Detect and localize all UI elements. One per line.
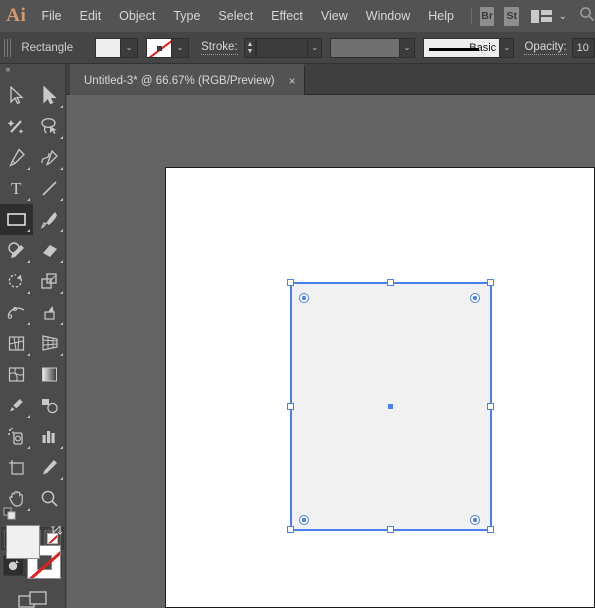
scale-tool[interactable] [33, 266, 66, 297]
menu-select[interactable]: Select [209, 0, 262, 32]
stroke-weight-stepper[interactable]: ▲ ▼ [243, 37, 257, 58]
live-corner-widget-bottom-right[interactable] [470, 515, 480, 525]
eraser-tool[interactable] [33, 235, 66, 266]
illustrator-window: Ai File Edit Object Type Select Effect V… [0, 0, 595, 608]
slice-tool[interactable] [33, 452, 66, 483]
artboard-tool[interactable] [0, 452, 33, 483]
brush-definition-chevron[interactable]: ⌄ [500, 37, 515, 58]
brush-stroke-preview [428, 47, 479, 51]
stroke-swatch-none[interactable] [146, 37, 173, 58]
collapse-panel-icon[interactable]: « [0, 64, 66, 74]
handle-middle-left[interactable] [287, 403, 294, 410]
fill-dropdown-chevron[interactable]: ⌄ [121, 37, 139, 58]
search-icon[interactable] [579, 6, 595, 27]
symbol-sprayer-tool[interactable] [0, 421, 33, 452]
magic-wand-tool[interactable] [0, 111, 33, 142]
live-corner-widget-bottom-left[interactable] [299, 515, 309, 525]
menu-object[interactable]: Object [110, 0, 164, 32]
document-tab-bar: Untitled-3* @ 66.67% (RGB/Preview) × [0, 64, 595, 95]
stroke-weight-label[interactable]: Stroke: [201, 41, 238, 55]
direct-selection-tool[interactable] [33, 80, 66, 111]
live-corner-widget-top-left[interactable] [299, 293, 309, 303]
zoom-tool[interactable] [33, 483, 66, 514]
change-screen-mode-button[interactable] [17, 590, 48, 608]
shaper-tool[interactable] [0, 235, 33, 266]
menu-help[interactable]: Help [419, 0, 463, 32]
live-corner-widget-top-right[interactable] [470, 293, 480, 303]
stroke-dropdown-chevron[interactable]: ⌄ [172, 37, 190, 58]
handle-top-right[interactable] [487, 279, 494, 286]
line-segment-tool[interactable] [33, 173, 66, 204]
paintbrush-tool[interactable] [33, 204, 66, 235]
free-transform-tool[interactable] [33, 297, 66, 328]
control-bar-grip[interactable] [4, 38, 13, 57]
menu-type[interactable]: Type [164, 0, 209, 32]
fill-swatch[interactable] [95, 37, 122, 58]
menu-window[interactable]: Window [357, 0, 419, 32]
opacity-input[interactable]: 10 [571, 37, 595, 58]
default-fill-stroke-icon[interactable] [3, 507, 17, 521]
mesh-tool[interactable] [0, 359, 33, 390]
handle-bottom-right[interactable] [487, 526, 494, 533]
selected-object-label: Rectangle [21, 41, 74, 54]
menu-edit[interactable]: Edit [71, 0, 111, 32]
close-icon[interactable]: × [289, 75, 296, 87]
tools-panel: « T [0, 64, 66, 608]
shape-builder-tool[interactable] [0, 328, 33, 359]
handle-middle-right[interactable] [487, 403, 494, 410]
gradient-tool[interactable] [33, 359, 66, 390]
lasso-tool[interactable] [33, 111, 66, 142]
document-tab-title: Untitled-3* @ 66.67% (RGB/Preview) [84, 74, 275, 87]
rectangle-tool[interactable] [0, 204, 33, 235]
stroke-weight-chevron[interactable]: ⌄ [308, 37, 323, 58]
variable-width-chevron[interactable]: ⌄ [400, 37, 415, 58]
menu-effect[interactable]: Effect [262, 0, 312, 32]
fill-control[interactable]: ⌄ [95, 37, 139, 58]
pen-tool[interactable] [0, 142, 33, 173]
blend-tool[interactable] [33, 390, 66, 421]
rotate-tool[interactable] [0, 266, 33, 297]
brush-definition-box[interactable]: Basic [422, 37, 501, 58]
menu-bar: Ai File Edit Object Type Select Effect V… [0, 0, 595, 32]
svg-text:T: T [11, 179, 22, 198]
bridge-button[interactable]: Br [479, 6, 495, 26]
app-logo: Ai [6, 5, 27, 26]
type-tool[interactable]: T [0, 173, 33, 204]
perspective-grid-tool[interactable] [33, 328, 66, 359]
handle-top-left[interactable] [287, 279, 294, 286]
stroke-control[interactable]: ⌄ [146, 37, 190, 58]
handle-top-center[interactable] [387, 279, 394, 286]
document-tab[interactable]: Untitled-3* @ 66.67% (RGB/Preview) × [70, 64, 305, 95]
opacity-label[interactable]: Opacity: [524, 41, 567, 55]
variable-width-profile-input[interactable] [330, 37, 401, 58]
tool-grid: T [0, 80, 66, 514]
column-graph-tool[interactable] [33, 421, 66, 452]
eyedropper-tool[interactable] [0, 390, 33, 421]
chevron-down-icon[interactable]: ⌄ [559, 11, 567, 22]
menu-view[interactable]: View [312, 0, 357, 32]
workspace-layout-icon[interactable] [531, 9, 552, 23]
curvature-tool[interactable] [33, 142, 66, 173]
fill-color-swatch[interactable] [5, 525, 40, 559]
canvas-area[interactable] [67, 95, 595, 608]
center-anchor-point[interactable] [388, 404, 393, 409]
control-bar: Rectangle ⌄ ⌄ Stroke: ▲ ▼ ⌄ ⌄ Basic ⌄ Opa… [0, 32, 595, 64]
handle-bottom-center[interactable] [387, 526, 394, 533]
stock-button[interactable]: St [504, 6, 520, 26]
stroke-weight-input[interactable] [256, 37, 309, 58]
menu-divider [470, 8, 472, 24]
handle-bottom-left[interactable] [287, 526, 294, 533]
selection-tool[interactable] [0, 80, 33, 111]
menu-file[interactable]: File [32, 0, 70, 32]
width-tool[interactable] [0, 297, 33, 328]
